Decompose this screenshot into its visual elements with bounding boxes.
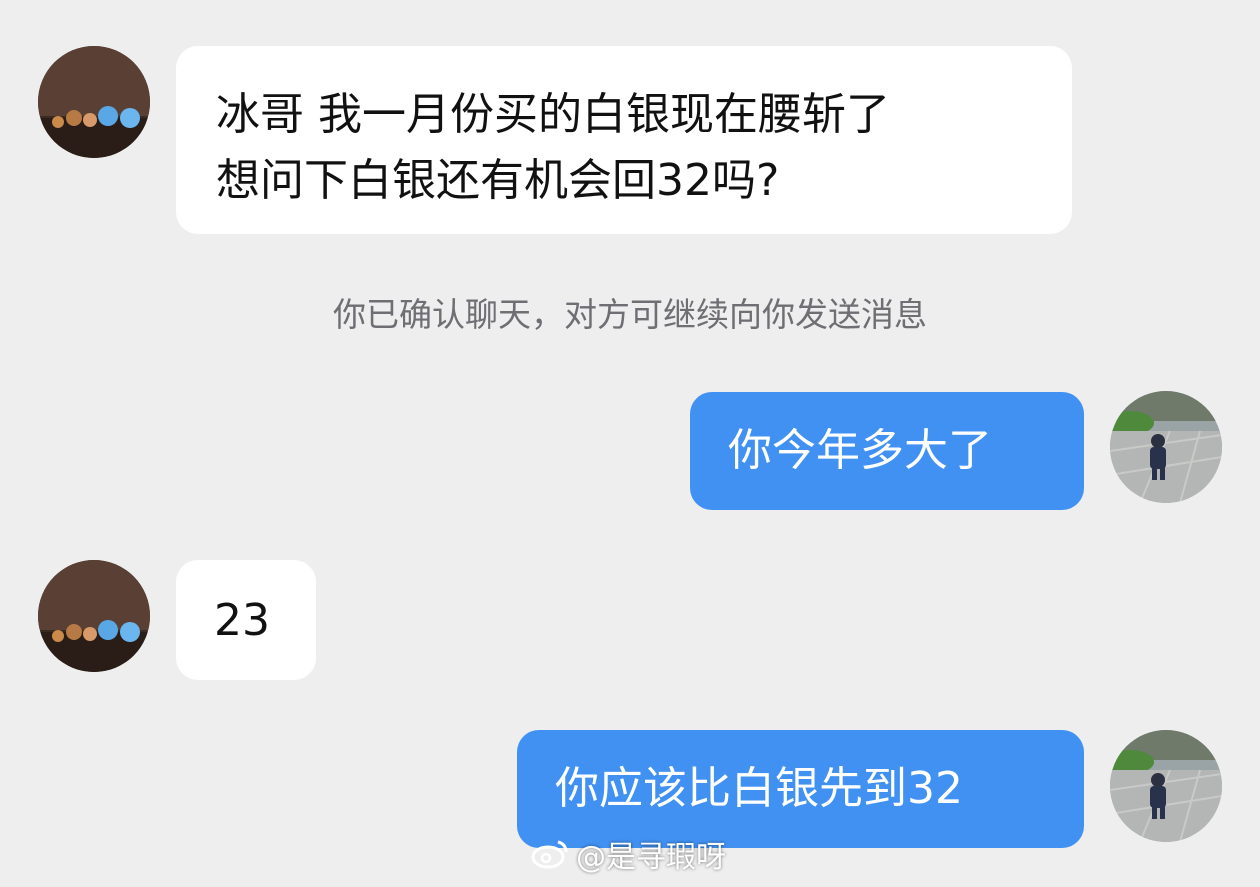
my-avatar[interactable] bbox=[1110, 730, 1222, 842]
incoming-message-bubble[interactable]: 23 bbox=[176, 560, 316, 680]
contact-avatar[interactable] bbox=[38, 560, 150, 672]
message-text: 23 bbox=[214, 595, 270, 646]
message-text: 你今年多大了 bbox=[728, 425, 992, 476]
message-text: 你应该比白银先到32 bbox=[555, 763, 963, 814]
weibo-icon bbox=[530, 836, 570, 881]
watermark: @是寻瑕呀 bbox=[530, 838, 726, 878]
message-text-line: 想问下白银还有机会回32吗? bbox=[216, 155, 780, 206]
outgoing-message-bubble[interactable]: 你应该比白银先到32 bbox=[517, 730, 1084, 848]
message-text-line: 冰哥 我一月份买的白银现在腰斩了 bbox=[216, 89, 890, 140]
outgoing-message-bubble[interactable]: 你今年多大了 bbox=[690, 392, 1084, 510]
incoming-message-bubble[interactable]: 冰哥 我一月份买的白银现在腰斩了 想问下白银还有机会回32吗? bbox=[176, 46, 1072, 234]
watermark-text: @是寻瑕呀 bbox=[576, 840, 726, 875]
system-notice: 你已确认聊天，对方可继续向你发送消息 bbox=[333, 295, 927, 334]
contact-avatar[interactable] bbox=[38, 46, 150, 158]
my-avatar[interactable] bbox=[1110, 391, 1222, 503]
